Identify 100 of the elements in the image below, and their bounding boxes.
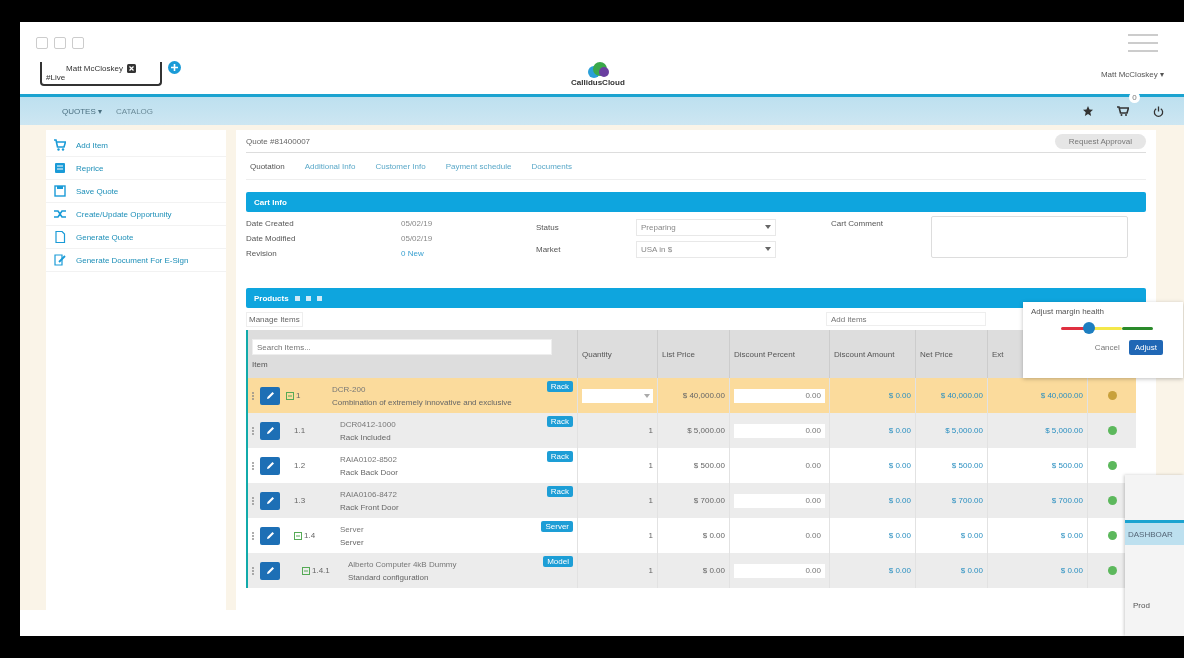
quantity-value: 1 [648,531,653,540]
edit-button[interactable] [260,491,280,510]
drag-handle-icon[interactable] [252,391,254,400]
quantity-value: 1 [648,461,653,470]
item-description: Rack Front Door [340,502,399,512]
caret-icon [765,225,771,229]
discount-field[interactable]: 0.00 [734,388,825,403]
nav-item[interactable]: CATALOG [116,106,154,116]
table-cell: $ 700.00 [951,496,983,505]
section-title: Products [254,293,289,303]
edit-button[interactable] [260,526,280,545]
drag-handle-icon[interactable] [252,566,254,575]
column-header: Quantity [582,349,612,359]
tab[interactable]: Payment schedule [441,157,516,175]
margin-slider[interactable] [1061,322,1153,334]
star-icon[interactable] [1083,106,1093,116]
item-name: DCR0412-1000 [340,419,396,429]
field-label: Status [536,222,560,232]
item-description: Server [340,537,364,547]
power-icon[interactable] [1153,105,1164,117]
drag-handle-icon[interactable] [252,531,254,540]
item-tag: Rack [546,381,573,392]
sidebar-item[interactable]: Save Quote [46,180,226,203]
table-cell: $ 5,000.00 [945,426,983,435]
close-icon[interactable] [126,64,136,73]
search-field[interactable]: Search Items... [252,339,552,355]
menu-icon[interactable] [1128,34,1158,52]
field-label: Revision [246,249,278,258]
user-menu[interactable]: Matt McCloskey ▾ [1100,69,1164,79]
field-label: Market [536,244,562,254]
discount-field[interactable]: 0.00 [734,563,825,578]
save-icon [54,185,66,197]
drag-handle-icon[interactable] [252,426,254,435]
tab[interactable]: Quotation [246,157,289,175]
item-description: Rack Back Door [340,467,398,477]
collapse-icon[interactable] [286,391,294,400]
slider-thumb[interactable] [1082,322,1095,334]
tab[interactable]: Customer Info [371,157,430,175]
drag-handle-icon[interactable] [252,496,254,505]
logo-text: CallidusCloud [571,77,625,87]
table-cell: $ 0.00 [702,566,725,575]
sidebar-item[interactable]: Create/Update Opportunity [46,203,226,226]
table-cell: $ 0.00 [960,531,983,540]
request-approval-button[interactable]: Request Approval [1054,133,1146,149]
sidebar-item[interactable]: Generate Document For E-Sign [46,249,226,272]
window-control-icon[interactable] [54,37,66,49]
field-label: Cart Comment [831,219,884,228]
item-number: 1.2 [294,461,306,470]
manage-items-button[interactable]: Manage Items [246,311,303,327]
add-items-field[interactable]: Add items [826,312,986,326]
window-control-icon[interactable] [36,37,48,49]
window-control-icon[interactable] [72,37,84,49]
table-cell: $ 500.00 [1051,461,1083,470]
item-number: 1 [296,391,301,400]
nav-item[interactable]: QUOTES ▾ [62,106,102,116]
sidebar-item[interactable]: Reprice [46,157,226,180]
table-cell: $ 0.00 [888,461,911,470]
field-value[interactable]: 0 New [401,249,424,258]
item-name: RAIA0106-8472 [340,489,397,499]
drag-handle-icon[interactable] [252,461,254,470]
market-dropdown[interactable]: USA in $ [636,240,776,258]
comment-field[interactable] [931,216,1128,258]
browser-tab[interactable]: Matt McCloskey #Live [40,62,162,86]
tab[interactable]: Additional Info [300,157,360,175]
item-number: 1.3 [294,496,306,505]
edit-button[interactable] [260,421,280,440]
cart-icon [54,139,66,151]
quantity-field[interactable] [582,388,653,403]
pencil-icon [265,566,275,575]
add-tab-icon[interactable] [168,60,181,74]
table-cell: $ 0.00 [1060,566,1083,575]
table-cell: $ 700.00 [1051,496,1083,505]
table-cell: $ 0.00 [888,496,911,505]
item-description: Combination of extremely innovative and exclusive [332,397,512,407]
edit-button[interactable] [260,456,280,475]
status-dropdown[interactable]: Preparing [636,218,776,236]
table-cell: $ 0.00 [960,566,983,575]
edit-button[interactable] [260,561,280,580]
sidebar-item[interactable]: Generate Quote [46,226,226,249]
discount-field[interactable]: 0.00 [734,423,825,438]
cart-icon[interactable] [1117,106,1129,116]
discount-field[interactable]: 0.00 [734,493,825,508]
shuffle-icon [54,208,66,220]
sidebar-item[interactable]: Add Item [46,134,226,157]
cancel-button[interactable]: Cancel [1089,340,1125,355]
table-cell: $ 40,000.00 [1040,391,1083,400]
item-name: RAIA0102-8502 [340,454,397,464]
table-cell: $ 5,000.00 [687,426,725,435]
collapse-icon[interactable] [302,566,310,575]
edit-button[interactable] [260,386,280,405]
item-name: DCR-200 [332,384,366,394]
pencil-icon [265,426,275,435]
collapse-icon[interactable] [294,531,302,540]
tab-subtitle: #Live [46,73,67,82]
adjust-button[interactable]: Adjust [1128,340,1163,355]
field-value: 05/02/19 [401,219,433,228]
item-tag: Rack [546,451,573,462]
document-icon [54,231,66,243]
signature-icon [54,254,66,266]
tab[interactable]: Documents [527,157,576,175]
